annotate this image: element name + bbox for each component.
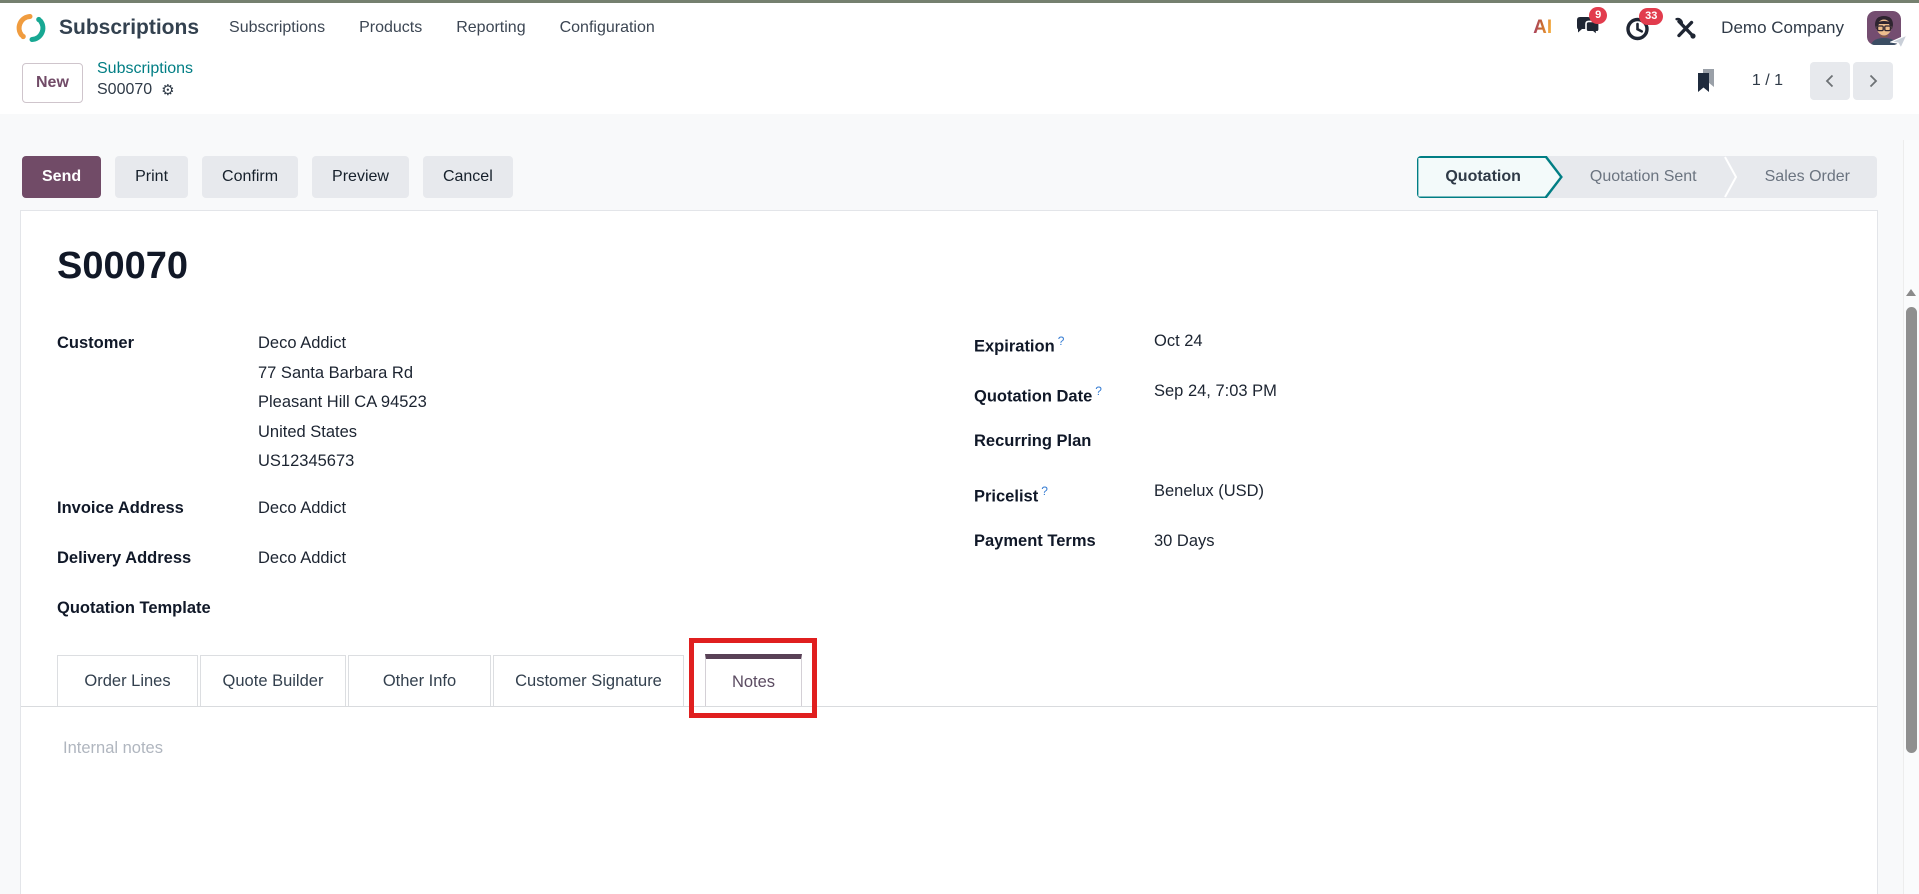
field-label: Invoice Address	[57, 499, 184, 517]
tab-order-lines[interactable]: Order Lines	[57, 655, 198, 706]
customer-value[interactable]: Deco Addict 77 Santa Barbara Rd Pleasant…	[258, 329, 427, 477]
field-label: Pricelist?	[974, 484, 1048, 506]
record-title: S00070	[57, 245, 189, 287]
field-pricelist: Pricelist? Benelux (USD)	[974, 479, 1264, 509]
scrollbar-thumb[interactable]	[1906, 307, 1917, 753]
bookmark-icon[interactable]	[1696, 68, 1716, 94]
breadcrumb-parent-link[interactable]: Subscriptions	[97, 60, 193, 78]
cancel-button[interactable]: Cancel	[422, 156, 513, 198]
ai-assistant-icon[interactable]: AI	[1533, 17, 1552, 39]
notebook-tabs: Order Lines Quote Builder Other Info Cus…	[21, 654, 1877, 707]
pricelist-value[interactable]: Benelux (USD)	[1154, 479, 1264, 503]
payment-terms-value[interactable]: 30 Days	[1154, 529, 1215, 553]
field-invoice-address: Invoice Address Deco Addict	[57, 494, 346, 524]
scroll-up-arrow[interactable]	[1906, 289, 1916, 296]
gear-icon[interactable]: ⚙	[161, 81, 174, 99]
expiration-value[interactable]: Oct 24	[1154, 329, 1203, 353]
activities-count-badge: 33	[1639, 7, 1664, 25]
action-buttons: Send Print Confirm Preview Cancel	[22, 156, 513, 198]
tab-other-info[interactable]: Other Info	[348, 655, 491, 706]
pager-counter: 1 / 1	[1751, 72, 1783, 89]
scrollbar-track[interactable]	[1903, 140, 1919, 894]
tools-icon[interactable]	[1673, 16, 1698, 41]
main-menu: Subscriptions Products Reporting Configu…	[229, 3, 655, 53]
field-label: Customer	[57, 334, 135, 352]
user-avatar[interactable]	[1867, 11, 1908, 49]
pager-previous-button[interactable]	[1810, 62, 1850, 100]
field-label: Expiration?	[974, 334, 1065, 356]
field-label: Delivery Address	[57, 549, 192, 567]
internal-notes-input[interactable]: Internal notes	[63, 739, 163, 758]
quotation-date-value[interactable]: Sep 24, 7:03 PM	[1154, 379, 1277, 403]
send-button[interactable]: Send	[22, 156, 102, 198]
chevron-right-icon	[1869, 74, 1878, 88]
help-icon[interactable]: ?	[1095, 384, 1102, 398]
breadcrumb: Subscriptions S00070 ⚙	[97, 60, 193, 99]
menu-reporting[interactable]: Reporting	[456, 3, 525, 53]
messages-count-badge: 9	[1589, 7, 1608, 24]
tab-customer-signature[interactable]: Customer Signature	[493, 655, 684, 706]
print-button[interactable]: Print	[115, 156, 189, 198]
status-separator	[1723, 156, 1738, 198]
field-quotation-date: Quotation Date? Sep 24, 7:03 PM	[974, 379, 1277, 409]
invoice-address-value[interactable]: Deco Addict	[258, 494, 346, 524]
field-quotation-template: Quotation Template	[57, 594, 258, 623]
field-expiration: Expiration? Oct 24	[974, 329, 1203, 359]
form-sheet: S00070 Customer Deco Addict 77 Santa Bar…	[20, 210, 1878, 894]
help-icon[interactable]: ?	[1058, 334, 1065, 348]
menu-subscriptions[interactable]: Subscriptions	[229, 3, 325, 53]
menu-configuration[interactable]: Configuration	[560, 3, 655, 53]
activities-button[interactable]: 33	[1625, 7, 1664, 41]
chevron-left-icon	[1825, 74, 1834, 88]
field-payment-terms: Payment Terms 30 Days	[974, 529, 1215, 553]
notes-tab-highlight-annotation	[689, 638, 817, 718]
new-button[interactable]: New	[22, 63, 83, 103]
app-title: Subscriptions	[59, 16, 200, 39]
breadcrumb-current: S00070	[97, 81, 153, 98]
messages-button[interactable]: 9	[1575, 7, 1608, 41]
subscriptions-app-icon[interactable]	[16, 13, 46, 43]
pager-next-button[interactable]	[1853, 62, 1893, 100]
field-customer: Customer Deco Addict 77 Santa Barbara Rd…	[57, 329, 427, 477]
field-delivery-address: Delivery Address Deco Addict	[57, 544, 346, 574]
company-switcher[interactable]: Demo Company	[1721, 18, 1844, 38]
field-recurring-plan: Recurring Plan	[974, 429, 1154, 453]
status-step-quotation-sent[interactable]: Quotation Sent	[1563, 156, 1724, 198]
cursor-plane-icon	[1890, 33, 1908, 49]
help-icon[interactable]: ?	[1041, 484, 1048, 498]
status-step-quotation[interactable]: Quotation	[1417, 156, 1563, 198]
field-label: Recurring Plan	[974, 432, 1092, 450]
field-label: Quotation Date?	[974, 384, 1102, 406]
menu-products[interactable]: Products	[359, 3, 422, 53]
confirm-button[interactable]: Confirm	[202, 156, 299, 198]
preview-button[interactable]: Preview	[312, 156, 409, 198]
field-label: Payment Terms	[974, 532, 1096, 550]
pager: 1 / 1	[1696, 62, 1893, 100]
field-label: Quotation Template	[57, 599, 211, 617]
status-pipeline: Quotation Quotation Sent Sales Order	[1416, 156, 1877, 198]
top-navbar: Subscriptions Subscriptions Products Rep…	[0, 3, 1919, 53]
delivery-address-value[interactable]: Deco Addict	[258, 544, 346, 574]
control-panel: New Subscriptions S00070 ⚙ 1 / 1	[0, 53, 1919, 114]
status-step-sales-order[interactable]: Sales Order	[1738, 156, 1877, 198]
tab-quote-builder[interactable]: Quote Builder	[200, 655, 346, 706]
